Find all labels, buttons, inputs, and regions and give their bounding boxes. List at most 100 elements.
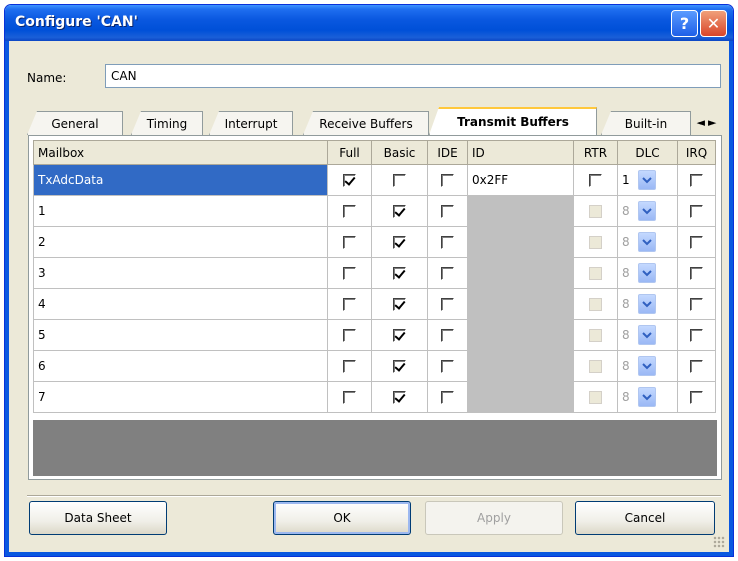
basic-cell[interactable] [371,288,428,320]
irq-cell[interactable] [677,350,716,382]
ide-checkbox[interactable] [441,329,454,342]
ide-checkbox[interactable] [441,205,454,218]
full-cell[interactable] [327,164,372,196]
irq-cell[interactable] [677,319,716,351]
dlc-select[interactable]: 8 [622,325,673,345]
basic-cell[interactable] [371,257,428,289]
dlc-cell[interactable]: 8 [617,319,678,351]
dlc-select[interactable]: 1 [622,170,673,190]
ide-cell[interactable] [427,288,468,320]
rtr-cell[interactable] [573,164,618,196]
irq-cell[interactable] [677,288,716,320]
dlc-select[interactable]: 8 [622,387,673,407]
chevron-down-icon[interactable] [638,201,656,221]
chevron-down-icon[interactable] [638,325,656,345]
ide-checkbox[interactable] [441,174,454,187]
dlc-select[interactable]: 8 [622,356,673,376]
table-row[interactable]: 28 [33,226,716,258]
full-checkbox[interactable] [343,329,356,342]
irq-checkbox[interactable] [690,267,703,280]
full-checkbox[interactable] [343,236,356,249]
irq-checkbox[interactable] [690,329,703,342]
full-cell[interactable] [327,226,372,258]
chevron-left-icon[interactable]: ◄ [697,116,708,129]
chevron-down-icon[interactable] [638,263,656,283]
dlc-cell[interactable]: 8 [617,288,678,320]
basic-checkbox[interactable] [393,298,406,311]
basic-cell[interactable] [371,319,428,351]
column-header-irq[interactable]: IRQ [677,140,716,165]
help-button[interactable]: ? [671,10,698,37]
dlc-cell[interactable]: 8 [617,226,678,258]
ide-cell[interactable] [427,319,468,351]
dlc-select[interactable]: 8 [622,263,673,283]
ide-cell[interactable] [427,164,468,196]
dlc-select[interactable]: 8 [622,201,673,221]
ide-cell[interactable] [427,381,468,413]
full-cell[interactable] [327,195,372,227]
full-cell[interactable] [327,319,372,351]
table-row[interactable]: 48 [33,288,716,320]
column-header-basic[interactable]: Basic [371,140,428,165]
dlc-select[interactable]: 8 [622,232,673,252]
column-header-mailbox[interactable]: Mailbox [33,140,328,165]
tab-receive-buffers[interactable]: Receive Buffers [303,111,429,135]
dlc-cell[interactable]: 8 [617,257,678,289]
table-row[interactable]: 78 [33,381,716,413]
mailbox-cell[interactable]: 7 [33,381,328,413]
dlc-cell[interactable]: 1 [617,164,678,196]
ide-cell[interactable] [427,257,468,289]
irq-checkbox[interactable] [690,236,703,249]
ide-checkbox[interactable] [441,360,454,373]
basic-checkbox[interactable] [393,360,406,373]
basic-checkbox[interactable] [393,391,406,404]
full-checkbox[interactable] [343,360,356,373]
full-cell[interactable] [327,381,372,413]
mailbox-cell[interactable]: 3 [33,257,328,289]
column-header-rtr[interactable]: RTR [573,140,618,165]
tab-general[interactable]: General [27,111,123,135]
irq-checkbox[interactable] [690,174,703,187]
full-cell[interactable] [327,257,372,289]
tab-interrupt[interactable]: Interrupt [209,111,293,135]
full-checkbox[interactable] [343,267,356,280]
name-input[interactable] [105,64,721,88]
ide-cell[interactable] [427,195,468,227]
full-checkbox[interactable] [343,298,356,311]
chevron-down-icon[interactable] [638,232,656,252]
table-row[interactable]: 58 [33,319,716,351]
basic-cell[interactable] [371,381,428,413]
basic-cell[interactable] [371,164,428,196]
ide-checkbox[interactable] [441,267,454,280]
full-cell[interactable] [327,288,372,320]
dlc-select[interactable]: 8 [622,294,673,314]
column-header-full[interactable]: Full [327,140,372,165]
full-checkbox[interactable] [343,174,356,187]
resize-grip-icon[interactable] [713,536,725,548]
table-row[interactable]: 38 [33,257,716,289]
id-cell[interactable]: 0x2FF [467,164,574,196]
irq-cell[interactable] [677,226,716,258]
basic-checkbox[interactable] [393,174,406,187]
chevron-down-icon[interactable] [638,170,656,190]
mailbox-cell[interactable]: 6 [33,350,328,382]
data-sheet-button[interactable]: Data Sheet [29,501,167,535]
irq-checkbox[interactable] [690,298,703,311]
tab-built-in[interactable]: Built-in [601,111,691,135]
close-button[interactable]: ✕ [700,10,727,37]
ide-checkbox[interactable] [441,298,454,311]
irq-cell[interactable] [677,164,716,196]
mailbox-cell[interactable]: TxAdcData [33,164,328,196]
tab-timing[interactable]: Timing [131,111,203,135]
ide-checkbox[interactable] [441,391,454,404]
ok-button[interactable]: OK [273,501,411,535]
mailbox-cell[interactable]: 4 [33,288,328,320]
irq-checkbox[interactable] [690,360,703,373]
basic-checkbox[interactable] [393,205,406,218]
basic-cell[interactable] [371,350,428,382]
table-row[interactable]: TxAdcData 0x2FF 1 [33,164,716,196]
rtr-checkbox[interactable] [589,174,602,187]
ide-cell[interactable] [427,350,468,382]
table-row[interactable]: 18 [33,195,716,227]
column-header-dlc[interactable]: DLC [617,140,678,165]
